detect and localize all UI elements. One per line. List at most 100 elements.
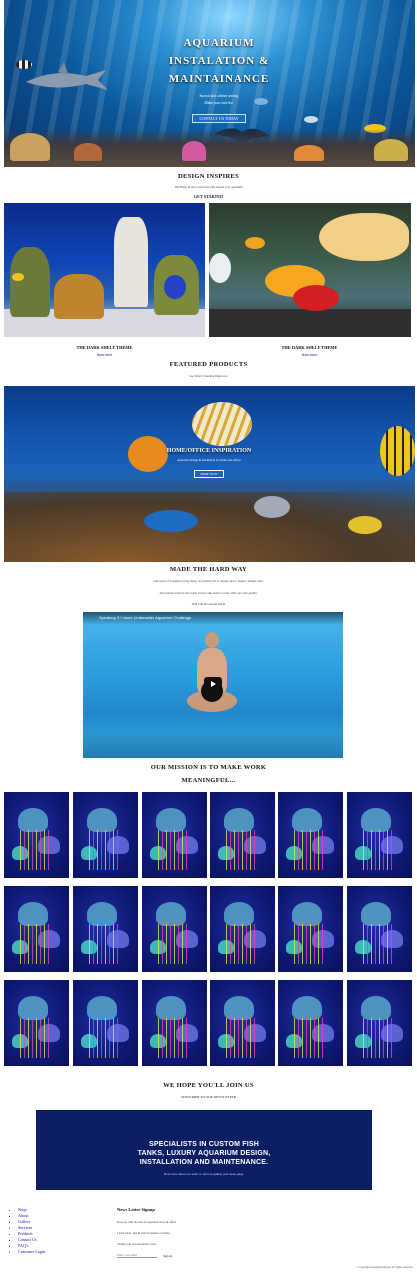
newsletter-signup: News Letter Signup Keep up with the best… [117, 1207, 237, 1258]
jellyfish-tentacles [20, 830, 50, 870]
jellyfish-image[interactable] [210, 886, 275, 972]
jellyfish-tentacles [294, 830, 324, 870]
jellyfish-tentacles [89, 924, 119, 964]
featured-banner: HOME/OFFICE INSPIRATION Aquarium design … [4, 386, 415, 562]
footer-link-services[interactable]: Services [18, 1225, 32, 1230]
jellyfish-shape [18, 996, 48, 1020]
play-button-icon[interactable] [204, 677, 222, 690]
email-input[interactable]: Enter your email [117, 1253, 157, 1258]
footer-link-products[interactable]: Products [18, 1231, 33, 1236]
contact-us-button[interactable]: CONTACT US TODAY [192, 114, 246, 123]
jellyfish-tentacles [363, 924, 393, 964]
tank-learn-more-link-1[interactable]: learn more [4, 353, 205, 357]
jellyfish-shape [224, 808, 254, 832]
footer-link-gallery[interactable]: Gallery [18, 1219, 31, 1224]
featured-products-heading: FEATURED PRODUCTS [169, 361, 248, 368]
newsletter-title: News Letter Signup [117, 1207, 155, 1212]
hero-subtitle-line: Make your own list. [204, 101, 234, 105]
jellyfish-image[interactable] [73, 980, 138, 1066]
jellyfish-shape [292, 902, 322, 926]
jellyfish-image[interactable] [278, 886, 343, 972]
jellyfish-tentacles [158, 1018, 188, 1058]
hero-title-line: AQUARIUM [183, 37, 255, 49]
jellyfish-image[interactable] [4, 792, 69, 878]
design-inspires-heading: DESIGN INSPIRES [177, 173, 240, 180]
jellyfish-tentacles [294, 1018, 324, 1058]
signup-button[interactable]: Sign up [163, 1254, 172, 1258]
jellyfish-tentacles [226, 1018, 256, 1058]
jellyfish-tentacles [89, 830, 119, 870]
jellyfish-image[interactable] [142, 980, 207, 1066]
jellyfish-image[interactable] [278, 792, 343, 878]
tank-learn-more-link-2[interactable]: learn more [209, 353, 410, 357]
made-hard-way-text-2: All custom work by the team. Every tank … [159, 591, 258, 595]
specialists-banner: SPECIALISTS IN CUSTOM FISH TANKS, LUXURY… [36, 1110, 372, 1190]
jellyfish-image[interactable] [73, 886, 138, 972]
jellyfish-tentacles [20, 924, 50, 964]
jellyfish-image[interactable] [278, 980, 343, 1066]
coral-image [294, 145, 324, 161]
jellyfish-shape [292, 808, 322, 832]
jellyfish-tentacles [89, 1018, 119, 1058]
jellyfish-image[interactable] [347, 980, 412, 1066]
mission-heading-line2: MEANINGFUL... [181, 777, 236, 784]
jellyfish-tentacles [363, 1018, 393, 1058]
made-hard-way-heading: MADE THE HARD WAY [169, 566, 248, 573]
shark-image [26, 62, 108, 90]
jellyfish-shape [18, 902, 48, 926]
jellyfish-image[interactable] [210, 980, 275, 1066]
jellyfish-image[interactable] [142, 886, 207, 972]
footer-link-about[interactable]: About [18, 1213, 28, 1218]
jellyfish-tentacles [363, 830, 393, 870]
hero-subtitle-line: Surreal and cabinet setting. [199, 94, 239, 98]
banner-title-line: INSTALLATION AND MAINTENANCE. [139, 1159, 269, 1166]
tank-image-1 [4, 203, 205, 337]
jellyfish-image[interactable] [73, 792, 138, 878]
made-hard-way-text-1: Our team of designers bring many of prod… [153, 579, 264, 583]
jellyfish-shape [18, 808, 48, 832]
jellyfish-image[interactable] [4, 980, 69, 1066]
footer-link-customer-login[interactable]: Customer Login [18, 1249, 45, 1254]
banner-title: SPECIALISTS IN CUSTOM FISH TANKS, LUXURY… [36, 1110, 372, 1167]
hero-title-line: MAINTAINANCE [168, 73, 270, 85]
coral-image [374, 139, 408, 161]
jellyfish-shape [224, 902, 254, 926]
newsletter-text-2: Latest ideas, tips & arrival updates on … [117, 1231, 170, 1235]
jellyfish-shape [87, 996, 117, 1020]
hero-subtitle: Surreal and cabinet setting. Make your o… [144, 93, 294, 107]
footer-link-contact[interactable]: Contact Us [18, 1237, 37, 1242]
jellyfish-tentacles [158, 830, 188, 870]
jellyfish-shape [156, 902, 186, 926]
coral-image [74, 143, 102, 161]
coral-image [182, 141, 206, 161]
join-us-heading: WE HOPE YOU'LL JOIN US [163, 1082, 254, 1089]
jellyfish-shape [156, 996, 186, 1020]
jellyfish-image[interactable] [142, 792, 207, 878]
jellyfish-image[interactable] [347, 886, 412, 972]
shop-now-button[interactable]: SHOP NOW [194, 470, 224, 478]
jellyfish-image[interactable] [347, 792, 412, 878]
tank-caption-2: THE DARK SHELF THEME [281, 345, 338, 350]
jellyfish-tentacles [158, 924, 188, 964]
newsletter-text-1: Keep up with the best in aquarium news &… [117, 1220, 177, 1224]
jellyfish-shape [87, 902, 117, 926]
featured-banner-title: HOME/OFFICE INSPIRATION [166, 448, 252, 454]
jellyfish-image[interactable] [4, 886, 69, 972]
jellyfish-shape [361, 902, 391, 926]
video-player[interactable]: Speaking 3+ hours Underwater Aquarium Ch… [83, 612, 343, 758]
footer-link-faq[interactable]: FAQ's [18, 1243, 28, 1248]
mission-heading-line1: OUR MISSION IS TO MAKE WORK [150, 764, 267, 771]
design-inspires-subtitle: The Home & most vivid and with elegant y… [174, 185, 243, 189]
featured-banner-subtitle: Aquarium design & installation for home … [177, 458, 241, 462]
get-started-link[interactable]: GET STARTED [0, 194, 417, 199]
newsletter-form: Enter your email Sign up [117, 1253, 237, 1258]
tank-image-2 [209, 203, 411, 337]
newsletter-subscribe-link[interactable]: SUBSCRIBE TO OUR NEWSLETTER [0, 1095, 417, 1099]
jellyfish-shape [292, 996, 322, 1020]
fish-image [16, 60, 32, 69]
reef-floor [4, 129, 415, 167]
footer-link-shop[interactable]: Shop [18, 1207, 27, 1212]
jellyfish-image[interactable] [210, 792, 275, 878]
jellyfish-tentacles [226, 924, 256, 964]
fish-image [304, 116, 318, 123]
